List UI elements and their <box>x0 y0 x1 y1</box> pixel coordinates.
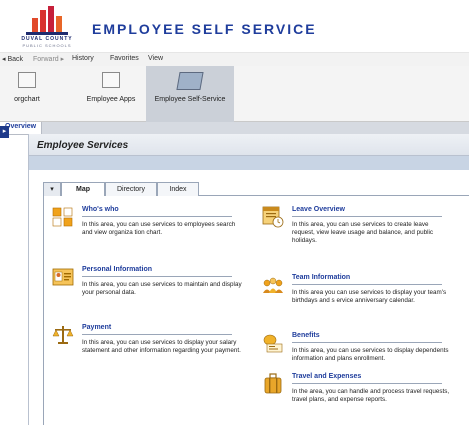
nav-label: orgchart <box>14 96 40 103</box>
forward-button[interactable]: Forward ▸ <box>33 55 64 63</box>
service-description: In this area, you can use services to di… <box>82 339 241 354</box>
service-description: In this area, you can use services to em… <box>82 221 236 236</box>
logo-line1: DUVAL COUNTY <box>21 36 73 42</box>
luggage-icon <box>264 373 282 394</box>
service-link[interactable]: Team Information <box>292 274 350 281</box>
calendar-clock-icon <box>262 206 284 228</box>
tab-menu-dropdown[interactable]: ▾ <box>43 182 61 196</box>
logo-line2: PUBLIC SCHOOLS <box>22 43 72 48</box>
history-menu[interactable]: History <box>72 55 94 62</box>
service-link[interactable]: Travel and Expenses <box>292 373 361 380</box>
folder-icon <box>18 72 36 88</box>
panel-band <box>29 156 469 170</box>
view-menu[interactable]: View <box>148 55 163 62</box>
service-link[interactable]: Payment <box>82 324 111 331</box>
nav-employee-self-service[interactable]: Employee Self-Service <box>146 66 234 122</box>
tab-strip: ▾ Map Directory Index <box>43 182 469 196</box>
employee-services-panel: Employee Services ▾ Map Directory Index … <box>28 134 469 425</box>
scales-icon <box>52 326 74 344</box>
service-link[interactable]: Personal Information <box>82 266 152 273</box>
service-description: In this area you can use services to dis… <box>292 289 447 304</box>
duval-logo[interactable]: DUVAL COUNTY PUBLIC SCHOOLS <box>20 6 74 50</box>
top-navigation: orgchart Employee Apps Employee Self-Ser… <box>0 66 469 122</box>
service-link[interactable]: Leave Overview <box>292 206 345 213</box>
service-description: In this area, you can use services to ma… <box>82 281 242 296</box>
app-header: DUVAL COUNTY PUBLIC SCHOOLS EMPLOYEE SEL… <box>0 0 469 52</box>
coins-icon <box>263 334 283 353</box>
tab-map[interactable]: Map <box>61 182 105 196</box>
service-description: In this area, you can use services to cr… <box>292 221 434 244</box>
team-icon <box>263 277 283 293</box>
id-card-icon <box>52 268 74 286</box>
nav-label: Employee Self-Service <box>154 96 226 103</box>
service-description: In this area, you can use services to di… <box>292 347 449 362</box>
history-bar: ◂ Back Forward ▸ History Favorites View <box>0 52 469 66</box>
tab-directory[interactable]: Directory <box>105 182 157 196</box>
expand-sidebar-icon[interactable]: ▸ <box>0 126 9 138</box>
panel-header: Employee Services <box>29 134 469 156</box>
panel-title: Employee Services <box>37 140 129 151</box>
service-link[interactable]: Who's who <box>82 206 119 213</box>
tab-index[interactable]: Index <box>157 182 199 196</box>
folder-icon <box>102 72 120 88</box>
org-tiles-icon <box>52 207 73 227</box>
service-description: In the area, you can handle and process … <box>292 388 450 403</box>
nav-label: Employee Apps <box>86 96 136 103</box>
back-button[interactable]: ◂ Back <box>2 55 23 63</box>
services-map: Who's who In this area, you can use serv… <box>43 196 469 425</box>
favorites-menu[interactable]: Favorites <box>110 55 139 62</box>
folder-open-icon <box>176 72 204 90</box>
nav-orgchart[interactable]: orgchart <box>2 66 52 122</box>
page-title: EMPLOYEE SELF SERVICE <box>92 21 317 37</box>
nav-employee-apps[interactable]: Employee Apps <box>80 66 142 122</box>
logo-bars-icon <box>32 6 62 32</box>
service-link[interactable]: Benefits <box>292 332 320 339</box>
